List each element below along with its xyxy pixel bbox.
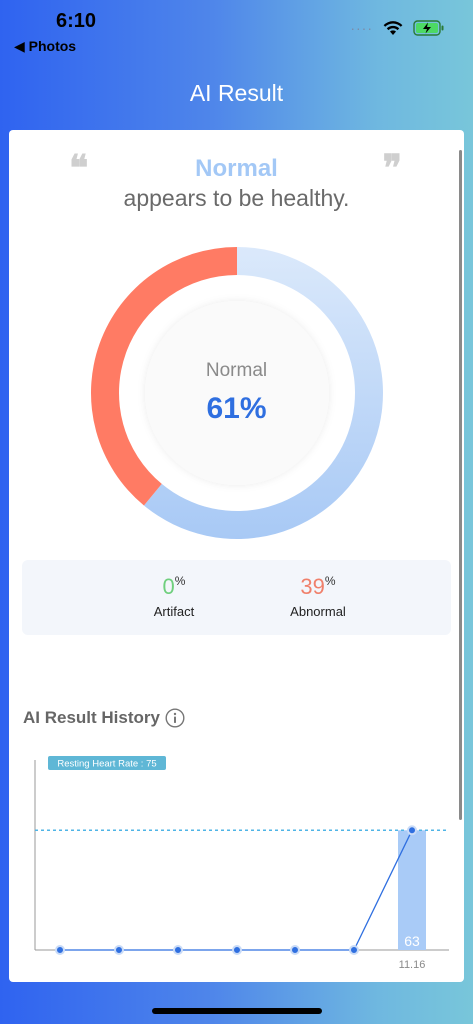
history-point[interactable] (55, 945, 65, 955)
result-stats-box: 0% Artifact 39% Abnormal (22, 560, 451, 635)
history-bar-label: 63 (404, 933, 420, 949)
back-to-photos-link[interactable]: ◀ Photos (14, 38, 76, 55)
abnormal-label: Abnormal (290, 604, 346, 619)
scrollbar[interactable] (459, 150, 462, 820)
home-indicator[interactable] (152, 1008, 322, 1014)
info-icon[interactable] (165, 708, 185, 728)
donut-center-label: Normal (205, 360, 268, 381)
stat-abnormal: 39% Abnormal (258, 574, 378, 619)
x-tick-label: 11.16 (399, 959, 426, 971)
history-title: AI Result History (23, 708, 160, 727)
history-point[interactable] (349, 945, 359, 955)
status-bar: 6:10 ◀ Photos ···· (0, 0, 473, 60)
abnormal-value: 39 (300, 574, 325, 599)
wifi-icon (383, 20, 403, 35)
artifact-label: Artifact (153, 604, 195, 619)
reference-label-text: Resting Heart Rate : 75 (57, 759, 156, 770)
artifact-value: 0 (162, 574, 175, 599)
page-title: AI Result (189, 80, 284, 106)
history-point[interactable] (173, 945, 183, 955)
status-icons: ···· (350, 20, 445, 36)
result-subline: appears to be healthy. (123, 185, 350, 211)
result-card: ❝ ❞ Normal appears to be healthy. Normal… (9, 130, 464, 982)
history-line (60, 830, 413, 951)
history-point[interactable] (290, 945, 300, 955)
artifact-percent-sign: % (174, 574, 186, 588)
signal-dots-icon: ···· (350, 20, 373, 36)
status-time: 6:10 (56, 10, 97, 32)
abnormal-percent-sign: % (324, 574, 336, 588)
stat-artifact: 0% Artifact (114, 574, 234, 619)
history-point[interactable] (232, 945, 242, 955)
donut-center-value: 61% (206, 392, 267, 425)
result-headline: Normal (195, 155, 278, 182)
history-point[interactable] (407, 825, 417, 836)
battery-charging-icon (413, 20, 444, 36)
history-point[interactable] (114, 945, 124, 955)
history-chart: 63 Resting Heart Rate : 75 11.16 (34, 756, 449, 971)
